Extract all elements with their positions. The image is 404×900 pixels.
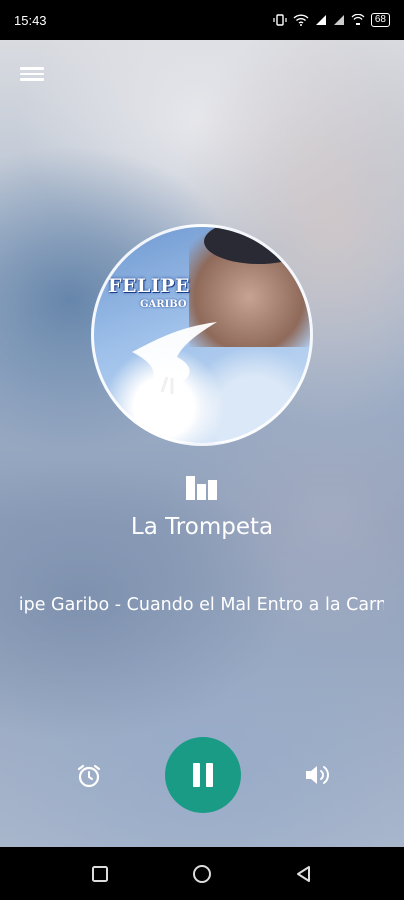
volume-button[interactable] <box>303 762 331 793</box>
status-time: 15:43 <box>14 12 47 28</box>
wifi-icon <box>293 14 309 26</box>
volume-icon <box>306 766 329 784</box>
wifi-calling-icon <box>351 14 365 25</box>
play-pause-button[interactable] <box>165 737 241 813</box>
alarm-clock-icon <box>77 764 101 788</box>
signal-icon <box>315 15 326 25</box>
pause-icon <box>193 763 213 787</box>
home-icon[interactable] <box>191 863 213 885</box>
status-icons: 68 <box>273 13 390 27</box>
album-art: FELIPE GARIBO <box>91 224 313 446</box>
system-nav-bar <box>0 847 404 900</box>
equalizer-icon <box>186 476 217 500</box>
album-art-subtitle: GARIBO <box>140 299 187 310</box>
station-name: La Trompeta <box>130 514 274 540</box>
player-screen: FELIPE GARIBO La Trompeta Felipe Garibo … <box>0 40 404 847</box>
vibrate-icon <box>273 14 287 26</box>
status-bar: 15:43 68 <box>0 0 404 40</box>
dove-image <box>132 322 217 394</box>
signal-icon <box>333 15 344 25</box>
hamburger-menu-icon[interactable] <box>20 64 44 84</box>
track-title-marquee: Felipe Garibo - Cuando el Mal Entro a la… <box>20 595 384 621</box>
battery-icon: 68 <box>370 13 390 27</box>
alarm-button[interactable] <box>76 763 102 794</box>
album-art-title: FELIPE <box>108 275 190 297</box>
back-icon[interactable] <box>294 864 314 884</box>
track-title: Felipe Garibo - Cuando el Mal Entro a la… <box>20 595 384 615</box>
recents-icon[interactable] <box>90 864 110 884</box>
